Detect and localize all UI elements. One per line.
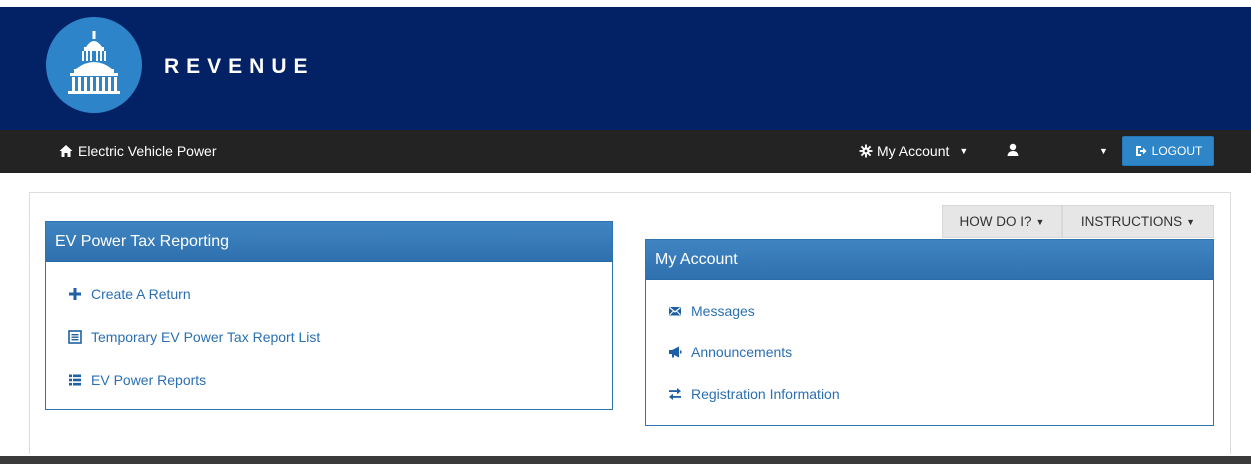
chevron-down-icon: ▼: [1186, 216, 1196, 227]
temporary-report-list-link[interactable]: Temporary EV Power Tax Report List: [68, 329, 320, 345]
footer-bar: [0, 456, 1251, 464]
panel-title: EV Power Tax Reporting: [46, 222, 612, 262]
registration-information-link[interactable]: Registration Information: [668, 386, 840, 402]
announcements-link[interactable]: Announcements: [668, 344, 792, 360]
instructions-label: INSTRUCTIONS: [1080, 214, 1183, 229]
brand-title: REVENUE: [164, 55, 315, 78]
instructions-dropdown[interactable]: INSTRUCTIONS ▼: [1062, 205, 1214, 238]
link-label: EV Power Reports: [91, 372, 207, 388]
logout-button[interactable]: LOGOUT: [1122, 136, 1214, 166]
user-chevron-down-icon[interactable]: ▼: [1099, 146, 1108, 156]
header-top-strip: [0, 0, 1251, 7]
link-label: Create A Return: [91, 286, 191, 302]
my-account-panel: My Account Messages Announcements Regist…: [645, 239, 1214, 426]
ev-power-reports-link[interactable]: EV Power Reports: [68, 372, 206, 388]
link-label: Registration Information: [691, 386, 840, 402]
chevron-down-icon: ▼: [1035, 216, 1045, 227]
cog-icon: [859, 144, 873, 158]
panel-title: My Account: [646, 240, 1213, 280]
list-icon: [68, 373, 82, 387]
user-icon: [1007, 143, 1021, 157]
link-label: Messages: [691, 303, 755, 319]
link-label: Temporary EV Power Tax Report List: [91, 329, 321, 345]
top-navbar: Electric Vehicle Power My Account ▼ ▼: [0, 130, 1251, 173]
how-do-i-dropdown[interactable]: HOW DO I? ▼: [942, 205, 1062, 238]
list-box-icon: [68, 330, 82, 344]
how-do-i-label: HOW DO I?: [959, 214, 1032, 229]
nav-account-label: My Account: [877, 143, 950, 159]
logout-icon: [1134, 144, 1148, 158]
nav-my-account-dropdown[interactable]: My Account ▼: [859, 143, 968, 159]
link-label: Announcements: [691, 344, 793, 360]
nav-user-dropdown[interactable]: [1007, 143, 1025, 157]
plus-icon: [68, 287, 82, 301]
nav-home-link[interactable]: Electric Vehicle Power: [59, 143, 217, 159]
nav-home-label: Electric Vehicle Power: [78, 143, 217, 159]
capitol-logo-icon[interactable]: [46, 17, 142, 113]
envelope-icon: [668, 304, 682, 318]
chevron-down-icon: ▼: [959, 146, 969, 156]
ev-power-tax-reporting-panel: EV Power Tax Reporting Create A Return T…: [45, 221, 613, 410]
transfer-icon: [668, 387, 682, 401]
home-icon: [59, 144, 73, 158]
bullhorn-icon: [668, 345, 682, 359]
create-a-return-link[interactable]: Create A Return: [68, 286, 191, 302]
site-header: REVENUE: [0, 0, 1251, 130]
logout-label: LOGOUT: [1151, 144, 1203, 158]
messages-link[interactable]: Messages: [668, 303, 755, 319]
